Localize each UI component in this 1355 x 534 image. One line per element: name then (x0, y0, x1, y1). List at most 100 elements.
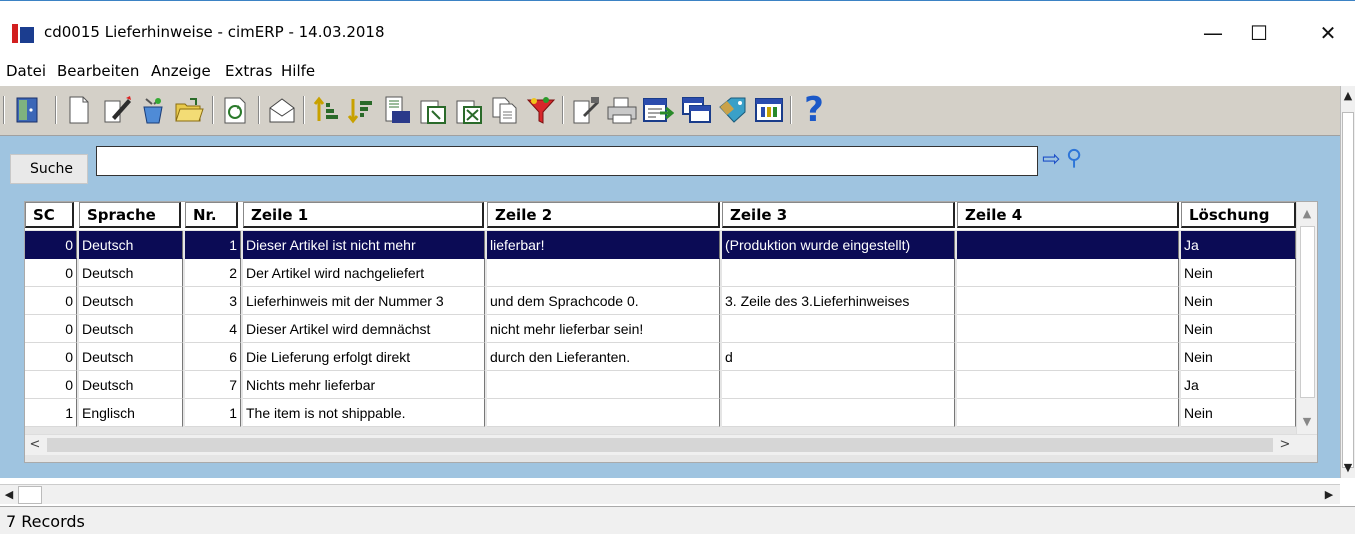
cell-zeile-2[interactable] (487, 399, 720, 427)
cell-zeile-4[interactable] (957, 231, 1179, 259)
copy-icon[interactable] (488, 93, 522, 127)
cell-zeile-3[interactable]: 3. Zeile des 3.Lieferhinweises (722, 287, 955, 315)
sort-ascending-icon[interactable] (310, 93, 344, 127)
scroll-up-arrow-icon[interactable]: ▲ (1341, 86, 1355, 106)
cell-zeile-1[interactable]: Die Lieferung erfolgt direkt (243, 343, 485, 371)
sort-descending-icon[interactable] (344, 93, 378, 127)
cell-zeile-1[interactable]: Dieser Artikel ist nicht mehr (243, 231, 485, 259)
cell-sc[interactable]: 0 (25, 371, 77, 399)
cell-sc[interactable]: 1 (25, 399, 77, 427)
cell-zeile-4[interactable] (957, 259, 1179, 287)
menu-extras[interactable]: Extras (225, 62, 272, 80)
search-go-arrow-icon[interactable]: ⇨ (1042, 148, 1066, 172)
cell-loeschung[interactable]: Nein (1181, 287, 1296, 315)
help-icon[interactable]: ? (797, 93, 831, 127)
cell-sc[interactable]: 0 (25, 343, 77, 371)
cell-zeile-3[interactable]: d (722, 343, 955, 371)
cell-sc[interactable]: 0 (25, 287, 77, 315)
outer-horizontal-scrollbar[interactable]: ◀ ▶ (0, 484, 1340, 504)
cell-sprache[interactable]: Deutsch (79, 371, 183, 399)
menu-anzeige[interactable]: Anzeige (151, 62, 211, 80)
cell-sc[interactable]: 0 (25, 231, 77, 259)
scroll-left-arrow-icon[interactable]: < (25, 435, 45, 455)
table-row[interactable]: 1 Englisch 1 The item is not shippable. Nein (25, 399, 1299, 427)
cell-zeile-4[interactable] (957, 343, 1179, 371)
column-header-sprache[interactable]: Sprache (79, 202, 181, 228)
cell-nr[interactable]: 4 (185, 315, 241, 343)
cell-zeile-3[interactable] (722, 259, 955, 287)
scroll-right-arrow-icon[interactable]: ▶ (1320, 485, 1338, 505)
menu-datei[interactable]: Datei (6, 62, 46, 80)
open-folder-icon[interactable] (172, 93, 206, 127)
column-header-zeile-1[interactable]: Zeile 1 (243, 202, 484, 228)
table-row[interactable]: 0 Deutsch 6 Die Lieferung erfolgt direkt dur… (25, 343, 1299, 371)
column-header-zeile-2[interactable]: Zeile 2 (487, 202, 720, 228)
print-icon[interactable] (605, 93, 639, 127)
menu-hilfe[interactable]: Hilfe (281, 62, 315, 80)
cell-sprache[interactable]: Deutsch (79, 315, 183, 343)
cell-loeschung[interactable]: Nein (1181, 399, 1296, 427)
cell-sc[interactable]: 0 (25, 259, 77, 287)
scroll-thumb[interactable] (1342, 112, 1354, 468)
menu-bearbeiten[interactable]: Bearbeiten (57, 62, 139, 80)
cell-loeschung[interactable]: Nein (1181, 315, 1296, 343)
excel-export-icon[interactable] (452, 93, 486, 127)
column-header-nr[interactable]: Nr. (185, 202, 238, 228)
cell-zeile-4[interactable] (957, 315, 1179, 343)
cell-loeschung[interactable]: Nein (1181, 259, 1296, 287)
cell-zeile-2[interactable] (487, 259, 720, 287)
mail-icon[interactable] (265, 93, 299, 127)
cell-nr[interactable]: 2 (185, 259, 241, 287)
edit-icon[interactable] (100, 93, 134, 127)
scroll-down-arrow-icon[interactable]: ▼ (1341, 458, 1355, 478)
cell-nr[interactable]: 1 (185, 231, 241, 259)
grid-vertical-scrollbar[interactable]: ▲ ▼ (1296, 202, 1317, 434)
cell-zeile-1[interactable]: Der Artikel wird nachgeliefert (243, 259, 485, 287)
cell-sprache[interactable]: Deutsch (79, 287, 183, 315)
scroll-down-arrow-icon[interactable]: ▼ (1297, 412, 1317, 432)
outer-vertical-scrollbar[interactable]: ▲ ▼ (1340, 86, 1355, 478)
delete-icon[interactable] (136, 93, 170, 127)
column-header-loeschung[interactable]: Löschung (1181, 202, 1296, 228)
minimize-button[interactable]: — (1190, 15, 1236, 51)
cell-zeile-2[interactable]: nicht mehr lieferbar sein! (487, 315, 720, 343)
table-row[interactable]: 0 Deutsch 7 Nichts mehr lieferbar Ja (25, 371, 1299, 399)
cell-zeile-4[interactable] (957, 287, 1179, 315)
table-row[interactable]: 0 Deutsch 2 Der Artikel wird nachgeliefert N… (25, 259, 1299, 287)
cell-sprache[interactable]: Deutsch (79, 259, 183, 287)
scroll-left-arrow-icon[interactable]: ◀ (0, 485, 18, 505)
cell-zeile-3[interactable]: (Produktion wurde eingestellt) (722, 231, 955, 259)
cell-sprache[interactable]: Deutsch (79, 343, 183, 371)
cell-zeile-2[interactable]: durch den Lieferanten. (487, 343, 720, 371)
tag-icon[interactable] (716, 93, 750, 127)
cell-sc[interactable]: 0 (25, 315, 77, 343)
cell-zeile-2[interactable]: lieferbar! (487, 231, 720, 259)
cell-zeile-2[interactable]: und dem Sprachcode 0. (487, 287, 720, 315)
column-header-zeile-4[interactable]: Zeile 4 (957, 202, 1179, 228)
new-document-icon[interactable] (62, 93, 96, 127)
scroll-track[interactable] (47, 438, 1273, 452)
cell-loeschung[interactable]: Ja (1181, 231, 1296, 259)
table-row[interactable]: 0 Deutsch 4 Dieser Artikel wird demnächst ni… (25, 315, 1299, 343)
column-header-sc[interactable]: SC (25, 202, 74, 228)
refresh-icon[interactable] (218, 93, 252, 127)
scroll-right-arrow-icon[interactable]: > (1275, 435, 1295, 455)
cell-zeile-3[interactable] (722, 315, 955, 343)
grid-horizontal-scrollbar[interactable]: < > (25, 434, 1317, 455)
windows-icon[interactable] (680, 93, 714, 127)
exit-icon[interactable] (10, 93, 44, 127)
cell-zeile-1[interactable]: Lieferhinweis mit der Nummer 3 (243, 287, 485, 315)
cell-zeile-4[interactable] (957, 371, 1179, 399)
cell-sprache[interactable]: Englisch (79, 399, 183, 427)
cell-zeile-1[interactable]: Dieser Artikel wird demnächst (243, 315, 485, 343)
cell-nr[interactable]: 1 (185, 399, 241, 427)
filter-icon[interactable] (524, 93, 558, 127)
cell-nr[interactable]: 6 (185, 343, 241, 371)
cell-nr[interactable]: 3 (185, 287, 241, 315)
close-button[interactable]: ✕ (1305, 15, 1351, 51)
properties-icon[interactable] (569, 93, 603, 127)
table-row[interactable]: 0 Deutsch 3 Lieferhinweis mit der Nummer 3u… (25, 287, 1299, 315)
cell-zeile-2[interactable] (487, 371, 720, 399)
scroll-thumb[interactable] (18, 486, 42, 504)
cell-zeile-4[interactable] (957, 399, 1179, 427)
